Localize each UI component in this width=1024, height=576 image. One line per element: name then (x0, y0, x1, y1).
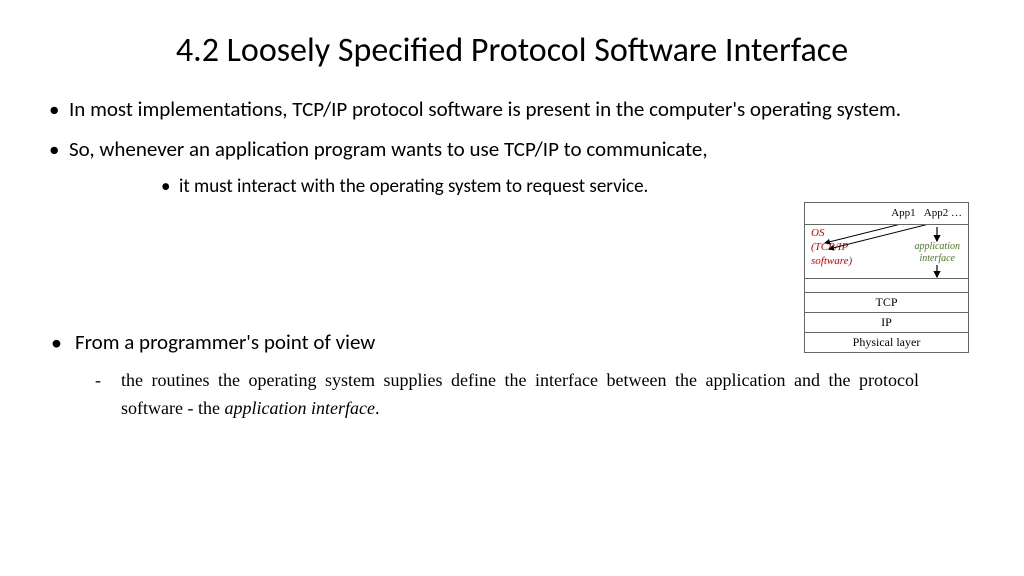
diagram-app2: App2 (924, 207, 948, 219)
diagram-ai-l1: application (914, 241, 960, 253)
diagram-os-l3: software) (811, 255, 852, 269)
bullet-2-text: So, whenever an application program want… (69, 136, 708, 162)
sub-bullet-1: it must interact with the operating syst… (69, 174, 979, 200)
pov-bullet: From a programmer's point of view (45, 329, 979, 355)
diagram-apps-row: App1 App2 … (805, 203, 968, 225)
diagram-os-row: OS (TCP/IP software) application interfa… (805, 225, 968, 279)
bullet-1: In most implementations, TCP/IP protocol… (45, 95, 979, 123)
dash-item: the routines the operating system suppli… (45, 367, 979, 423)
diagram-os-label: OS (TCP/IP software) (811, 227, 852, 268)
dash-post: . (375, 398, 380, 418)
diagram-app1: App1 (891, 207, 915, 219)
bullet-2: So, whenever an application program want… (45, 135, 979, 199)
lower-block: From a programmer's point of view the ro… (45, 329, 979, 423)
dash-italic: application interface (224, 398, 374, 418)
main-bullet-list: In most implementations, TCP/IP protocol… (45, 95, 979, 199)
diagram-os-l1: OS (811, 227, 852, 241)
slide-title: 4.2 Loosely Specified Protocol Software … (45, 30, 979, 71)
diagram-gap (805, 279, 968, 293)
diagram-ai-l2: interface (914, 253, 960, 265)
sub-bullet-list: it must interact with the operating syst… (69, 174, 979, 200)
diagram-os-l2: (TCP/IP (811, 241, 852, 255)
diagram-tcp-row: TCP (805, 293, 968, 313)
diagram-dots: … (951, 207, 962, 219)
diagram-ai-label: application interface (914, 241, 960, 265)
